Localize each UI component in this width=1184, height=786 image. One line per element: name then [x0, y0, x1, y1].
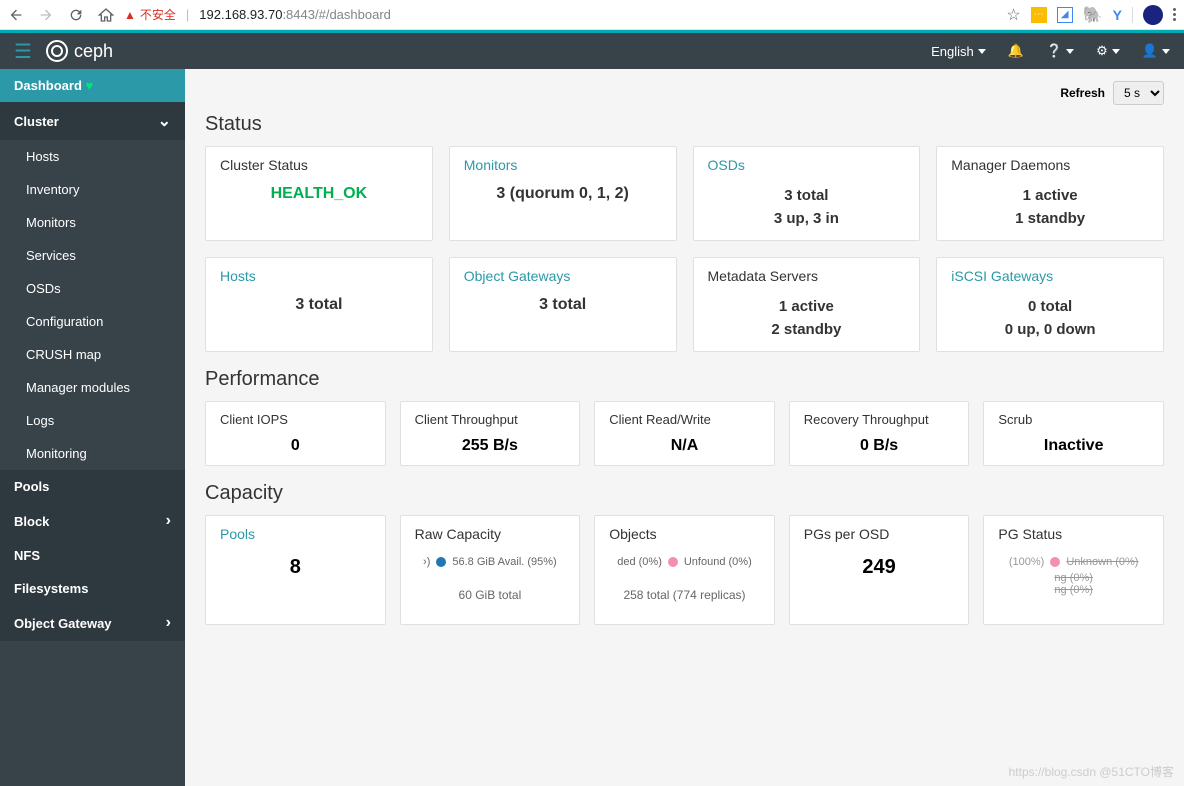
- address-bar[interactable]: 192.168.93.70:8443/#/dashboard: [199, 7, 391, 22]
- card-iscsi: iSCSI Gateways 0 total0 up, 0 down: [936, 257, 1164, 352]
- sidebar-item-services[interactable]: Services: [0, 239, 185, 272]
- sidebar-item-configuration[interactable]: Configuration: [0, 305, 185, 338]
- security-warning[interactable]: ▲ 不安全: [124, 6, 176, 23]
- card-objects: Objects ded (0%)Unfound (0%) 258 total (…: [594, 515, 775, 625]
- sidebar-item-osds[interactable]: OSDs: [0, 272, 185, 305]
- menu-toggle-icon[interactable]: ☰: [14, 39, 32, 64]
- status-title: Status: [205, 113, 1164, 136]
- card-object-gateways: Object Gateways 3 total: [449, 257, 677, 352]
- card-pg-status: PG Status (100%)Unknown (0%) ng (0%) ng …: [983, 515, 1164, 625]
- sidebar-item-mgrmodules[interactable]: Manager modules: [0, 371, 185, 404]
- chevron-right-icon: ›: [166, 512, 171, 530]
- forward-icon: [38, 7, 54, 23]
- back-icon[interactable]: [8, 7, 24, 23]
- refresh-select[interactable]: 5 s: [1113, 81, 1164, 105]
- card-mds: Metadata Servers 1 active2 standby: [693, 257, 921, 352]
- card-monitors: Monitors 3 (quorum 0, 1, 2): [449, 146, 677, 241]
- card-osds: OSDs 3 total3 up, 3 in: [693, 146, 921, 241]
- user-icon[interactable]: 👤: [1142, 43, 1170, 59]
- card-pools: Pools 8: [205, 515, 386, 625]
- home-icon[interactable]: [98, 7, 114, 23]
- card-readwrite: Client Read/Write N/A: [594, 401, 775, 466]
- sidebar-item-crushmap[interactable]: CRUSH map: [0, 338, 185, 371]
- card-pgs-per-osd: PGs per OSD 249: [789, 515, 970, 625]
- extension-icon[interactable]: ⋯: [1031, 7, 1047, 23]
- sidebar-item-objectgateway[interactable]: Object Gateway›: [0, 605, 185, 641]
- sidebar-item-block[interactable]: Block›: [0, 503, 185, 539]
- card-mgr: Manager Daemons 1 active1 standby: [936, 146, 1164, 241]
- sidebar-item-dashboard[interactable]: Dashboard ♥: [0, 69, 185, 102]
- card-raw-capacity: Raw Capacity ›)56.8 GiB Avail. (95%) 60 …: [400, 515, 581, 625]
- help-icon[interactable]: ❔: [1046, 43, 1074, 59]
- app-header: ☰ ceph English 🔔 ❔ ⚙ 👤: [0, 33, 1184, 69]
- performance-title: Performance: [205, 368, 1164, 391]
- sidebar-item-logs[interactable]: Logs: [0, 404, 185, 437]
- legend-dot-icon: [436, 557, 446, 567]
- notifications-icon[interactable]: 🔔: [1008, 43, 1024, 59]
- settings-icon[interactable]: ⚙: [1096, 43, 1120, 59]
- health-status: HEALTH_OK: [220, 185, 418, 203]
- brand-text: ceph: [74, 41, 113, 62]
- reload-icon[interactable]: [68, 7, 84, 23]
- sidebar-item-hosts[interactable]: Hosts: [0, 140, 185, 173]
- card-scrub: Scrub Inactive: [983, 401, 1164, 466]
- sidebar-item-inventory[interactable]: Inventory: [0, 173, 185, 206]
- health-icon: ♥: [86, 78, 94, 93]
- chevron-down-icon: ⌄: [158, 111, 171, 131]
- sidebar-item-monitors[interactable]: Monitors: [0, 206, 185, 239]
- card-cluster-status: Cluster Status HEALTH_OK: [205, 146, 433, 241]
- profile-icon[interactable]: [1143, 5, 1163, 25]
- logo-icon: [46, 40, 68, 62]
- extension-icon[interactable]: ◢: [1057, 7, 1073, 23]
- watermark: https://blog.csdn @51CTO博客: [1009, 763, 1174, 780]
- refresh-label: Refresh: [1060, 86, 1105, 100]
- legend-dot-icon: [668, 557, 678, 567]
- sidebar-item-pools[interactable]: Pools: [0, 470, 185, 503]
- sidebar-item-monitoring[interactable]: Monitoring: [0, 437, 185, 470]
- bookmark-icon[interactable]: ☆: [1006, 5, 1020, 25]
- sidebar: Dashboard ♥ Cluster⌄ Hosts Inventory Mon…: [0, 69, 185, 786]
- chevron-right-icon: ›: [166, 614, 171, 632]
- browser-menu-icon[interactable]: [1173, 8, 1176, 21]
- card-hosts: Hosts 3 total: [205, 257, 433, 352]
- card-throughput: Client Throughput 255 B/s: [400, 401, 581, 466]
- evernote-icon[interactable]: 🐘: [1083, 5, 1103, 25]
- extension-icon[interactable]: Y: [1113, 7, 1122, 23]
- card-iops: Client IOPS 0: [205, 401, 386, 466]
- legend-dot-icon: [1050, 557, 1060, 567]
- ceph-logo[interactable]: ceph: [46, 40, 113, 62]
- language-selector[interactable]: English: [931, 44, 986, 59]
- card-recovery: Recovery Throughput 0 B/s: [789, 401, 970, 466]
- sidebar-item-filesystems[interactable]: Filesystems: [0, 572, 185, 605]
- capacity-title: Capacity: [205, 482, 1164, 505]
- browser-toolbar: ▲ 不安全 | 192.168.93.70:8443/#/dashboard ☆…: [0, 0, 1184, 30]
- sidebar-item-nfs[interactable]: NFS: [0, 539, 185, 572]
- sidebar-item-cluster[interactable]: Cluster⌄: [0, 102, 185, 140]
- main-content: Refresh 5 s Status Cluster Status HEALTH…: [185, 69, 1184, 786]
